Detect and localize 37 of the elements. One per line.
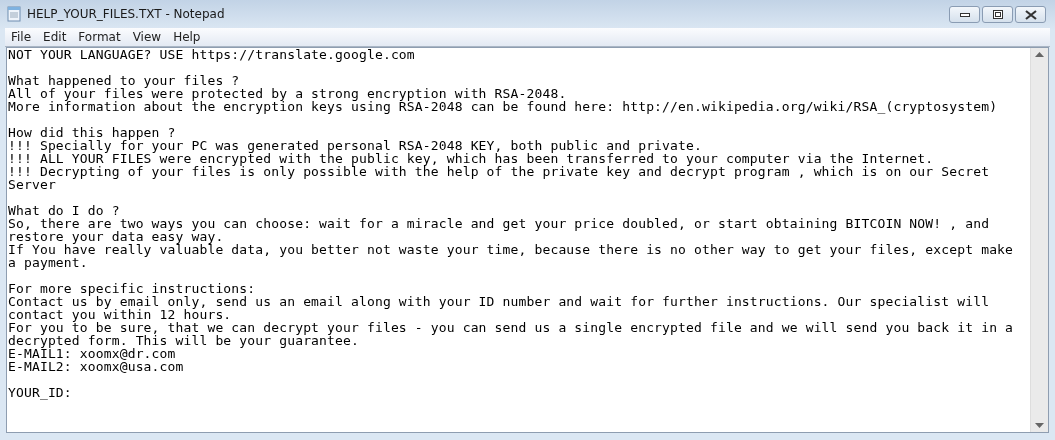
text-line: E-MAIL2: xoomx@usa.com xyxy=(8,360,185,373)
minimize-icon xyxy=(959,12,970,17)
text-line: All of your files were protected by a strong encryption with RSA-2048. xyxy=(8,87,568,100)
menu-item[interactable]: File xyxy=(5,30,38,44)
text-line: More information about the encryption keys using RSA-2048 can be found here: http://en.wikipedia.org/wiki/RSA_(cryptosystem) xyxy=(8,100,999,113)
maximize-icon xyxy=(992,10,1003,19)
window-title: HELP_YOUR_FILES.TXT - Notepad xyxy=(27,7,225,21)
text-line: If You have really valuable data, you better not waste your time, because there is no other way to get your files, except make xyxy=(8,243,1015,256)
text-line: Server xyxy=(8,178,56,191)
scroll-down-icon[interactable] xyxy=(1035,423,1044,428)
text-line: YOUR_ID: xyxy=(8,386,73,399)
text-line: How did this happen ? xyxy=(8,126,177,139)
text-line: What do I do ? xyxy=(8,204,121,217)
text-line: E-MAIL1: xoomx@dr.com xyxy=(8,347,177,360)
close-icon xyxy=(1024,9,1037,20)
scroll-up-icon[interactable] xyxy=(1035,52,1044,57)
minimize-button[interactable] xyxy=(949,6,980,23)
text-line: decrypted form. This will be your guarantee. xyxy=(8,334,360,347)
text-line: Contact us by email only, send us an email along with your ID number and wait for further instructions. Our specialist will xyxy=(8,295,991,308)
text-line: contact you within 12 hours. xyxy=(8,308,233,321)
text-line: !!! Decrypting of your files is only possible with the help of the private key and decrypt program , which is on our Secret xyxy=(8,165,991,178)
menu-item[interactable]: Edit xyxy=(37,30,73,44)
text-line: So, there are two ways you can choose: wait for a miracle and get your price doubled, or start obtaining BITCOIN NOW! , and xyxy=(8,217,991,230)
maximize-button[interactable] xyxy=(982,6,1013,23)
text-line: What happened to your files ? xyxy=(8,74,241,87)
text-line: !!! Specially for your PC was generated personal RSA-2048 KEY, both public and private. xyxy=(8,139,703,152)
text-line: NOT YOUR LANGUAGE? USE https://translate.google.com xyxy=(8,48,416,61)
menu-item[interactable]: View xyxy=(126,30,168,44)
notepad-icon xyxy=(6,6,22,22)
text-line: restore your data easy way. xyxy=(8,230,225,243)
text-line: For more specific instructions: xyxy=(8,282,257,295)
close-button[interactable] xyxy=(1015,6,1046,23)
menu-item[interactable]: Help xyxy=(167,30,207,44)
text-line: !!! ALL YOUR FILES were encrypted with the public key, which has been transferred to your computer via the Internet. xyxy=(8,152,935,165)
text-line: a payment. xyxy=(8,256,89,269)
menu-item[interactable]: Format xyxy=(72,30,127,44)
text-line: For you to be sure, that we can decrypt your files - you can send us a single encrypted file and we will send you back it in a xyxy=(8,321,1015,334)
